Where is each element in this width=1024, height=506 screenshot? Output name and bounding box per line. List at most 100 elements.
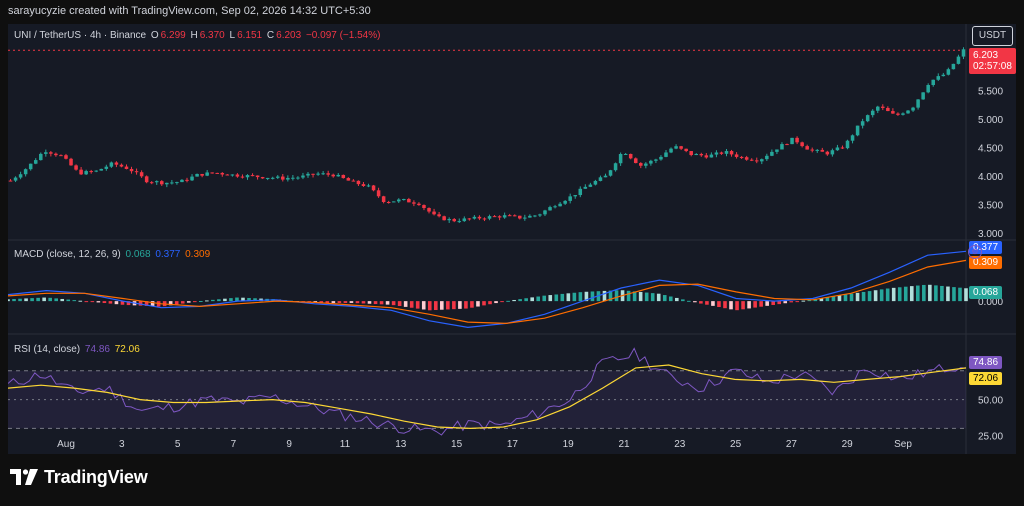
candle-body (185, 179, 189, 181)
candle-body (775, 149, 779, 152)
macd-histogram-bar (699, 301, 703, 304)
macd-histogram-bar (482, 301, 486, 306)
open-value: 6.299 (160, 30, 186, 41)
candle-body (639, 163, 643, 166)
candle-body (548, 207, 552, 211)
candle-body (230, 174, 235, 176)
candle-body (119, 164, 124, 167)
macd-histogram-bar (964, 288, 968, 302)
candle-body (391, 201, 396, 203)
time-axis-tick: 13 (395, 439, 407, 450)
candle-body (13, 177, 18, 181)
candle-body (558, 203, 562, 207)
macd-histogram-bar (614, 290, 619, 302)
candle-body (336, 174, 341, 177)
macd-hist-value: 0.068 (125, 249, 151, 260)
macd-histogram-bar (542, 295, 547, 302)
candle-body (840, 147, 845, 149)
rsi-title[interactable]: RSI (14, close) (14, 344, 80, 355)
macd-histogram-bar (379, 301, 384, 305)
candle-body (669, 148, 673, 153)
candle-body (396, 199, 401, 202)
candle-body (371, 185, 376, 191)
price-axis-tick: 4.500 (978, 143, 1003, 154)
candle-body (694, 154, 699, 156)
candle-body (402, 199, 406, 201)
candle-body (366, 185, 371, 187)
macd-histogram-bar (638, 291, 643, 302)
candle-body (956, 56, 961, 64)
macd-histogram-bar (759, 301, 763, 307)
macd-histogram-bar (590, 291, 595, 302)
macd-histogram-bar (349, 301, 354, 303)
bar-countdown: 02:57:08 (973, 61, 1012, 72)
macd-histogram-bar (470, 301, 474, 308)
candle-body (850, 135, 855, 141)
candle-body (381, 196, 386, 202)
macd-histogram-bar (506, 300, 510, 302)
candle-body (855, 125, 860, 136)
macd-histogram-bar (72, 300, 77, 302)
macd-histogram-bar (385, 301, 390, 305)
rsi-legend: RSI (14, close) 74.86 72.06 (14, 344, 142, 355)
macd-histogram-bar (440, 301, 444, 310)
macd-histogram-bar (891, 287, 896, 302)
candle-body (724, 151, 729, 154)
candle-body (175, 182, 179, 184)
candle-body (926, 85, 930, 93)
candle-body (523, 217, 527, 219)
macd-histogram-bar (674, 297, 679, 302)
macd-histogram-bar (771, 301, 775, 305)
rsi-axis-tick: 50.00 (978, 396, 1003, 407)
macd-histogram-bar (837, 295, 842, 302)
candle-body (538, 214, 542, 216)
macd-histogram-bar (903, 286, 908, 302)
tradingview-logo-icon (10, 469, 38, 486)
settings-icon[interactable]: ⚙ (968, 245, 982, 259)
macd-histogram-bar (8, 299, 10, 302)
candle-body (492, 216, 497, 218)
candle-body (649, 160, 653, 164)
candle-body (684, 148, 688, 152)
candle-body (830, 150, 835, 155)
candle-body (623, 153, 628, 155)
macd-histogram-bar (458, 301, 462, 309)
candle-body (860, 121, 865, 126)
chart-svg[interactable]: 3.0003.5004.0004.5005.0005.5006.0000.000… (8, 24, 1016, 454)
candle-body (502, 215, 507, 218)
candle-body (220, 172, 225, 175)
rsi-band-fill (8, 370, 966, 429)
macd-histogram-bar (693, 301, 697, 303)
candle-body (906, 110, 910, 114)
macd-histogram-bar (843, 294, 848, 302)
candle-body (598, 177, 603, 181)
candle-body (714, 152, 719, 155)
candle-body (628, 153, 633, 159)
chart-frame[interactable]: 3.0003.5004.0004.5005.0005.5006.0000.000… (8, 24, 1016, 454)
symbol-label[interactable]: UNI / TetherUS · 4h · Binance (14, 30, 146, 41)
macd-histogram-bar (572, 292, 577, 302)
macd-histogram-bar (12, 298, 16, 302)
low-label: L (229, 30, 236, 41)
macd-histogram-bar (42, 297, 46, 302)
macd-histogram-bar (668, 296, 673, 302)
candle-body (820, 149, 825, 152)
candle-body (785, 144, 789, 146)
candle-body (729, 151, 734, 155)
candle-body (351, 180, 356, 182)
macd-histogram-bar (512, 299, 516, 302)
macd-histogram-bar (78, 300, 83, 302)
candle-body (865, 115, 870, 122)
candle-body (689, 151, 693, 156)
candle-body (346, 178, 351, 181)
candle-body (139, 172, 144, 177)
macd-histogram-bar (48, 297, 52, 302)
candle-body (518, 215, 522, 219)
macd-histogram-bar (650, 293, 655, 302)
candle-body (754, 160, 759, 162)
currency-button[interactable]: USDT (972, 26, 1013, 46)
candle-body (341, 174, 346, 179)
candle-body (744, 157, 749, 160)
candle-body (170, 182, 174, 184)
macd-title[interactable]: MACD (close, 12, 26, 9) (14, 249, 121, 260)
